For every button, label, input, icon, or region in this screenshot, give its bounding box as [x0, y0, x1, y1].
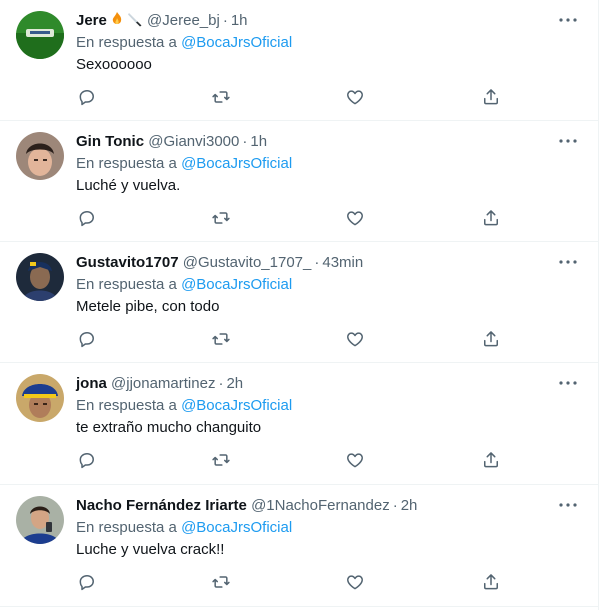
- more-icon[interactable]: [556, 131, 580, 151]
- share-icon[interactable]: [480, 449, 502, 471]
- mention-link[interactable]: @BocaJrsOficial: [181, 397, 292, 414]
- display-name[interactable]: Jere: [76, 12, 107, 29]
- flame-emoji-icon: [110, 11, 124, 33]
- timestamp[interactable]: 1h: [250, 133, 267, 150]
- tweet[interactable]: jona @jjonamartinez · 2h En respuesta a @B…: [0, 363, 598, 485]
- heart-icon[interactable]: [344, 86, 366, 108]
- tweet[interactable]: Gustavito1707 @Gustavito_1707_ · 43min En …: [0, 242, 598, 363]
- timestamp[interactable]: 43min: [322, 254, 363, 271]
- avatar[interactable]: [16, 496, 64, 544]
- reply-icon[interactable]: [76, 86, 98, 108]
- tweet-actions: [76, 86, 516, 108]
- tweet-text: Luché y vuelva.: [76, 177, 181, 194]
- mention-link[interactable]: @BocaJrsOficial: [181, 34, 292, 51]
- retweet-icon[interactable]: [210, 207, 232, 229]
- heart-icon[interactable]: [344, 207, 366, 229]
- tweet[interactable]: Gin Tonic @Gianvi3000 · 1h En respuesta a …: [0, 121, 598, 242]
- tweet-header: Gustavito1707 @Gustavito_1707_ · 43min: [76, 254, 364, 271]
- mention-link[interactable]: @BocaJrsOficial: [181, 276, 292, 293]
- heart-icon[interactable]: [344, 449, 366, 471]
- reply-context: En respuesta a @BocaJrsOficial: [76, 34, 293, 51]
- reply-icon[interactable]: [76, 328, 98, 350]
- knife-emoji-icon: [127, 11, 143, 33]
- reply-context: En respuesta a @BocaJrsOficial: [76, 519, 293, 536]
- display-name[interactable]: Gustavito1707: [76, 254, 179, 271]
- avatar[interactable]: [16, 11, 64, 59]
- handle[interactable]: @Jeree_bj: [147, 12, 220, 29]
- share-icon[interactable]: [480, 571, 502, 593]
- tweet-actions: [76, 449, 516, 471]
- reply-icon[interactable]: [76, 207, 98, 229]
- mention-link[interactable]: @BocaJrsOficial: [181, 519, 292, 536]
- mention-link[interactable]: @BocaJrsOficial: [181, 155, 292, 172]
- tweet[interactable]: Jere @Jeree_bj · 1h En respuesta a @BocaJr…: [0, 0, 598, 121]
- retweet-icon[interactable]: [210, 449, 232, 471]
- timestamp[interactable]: 1h: [231, 12, 248, 29]
- handle[interactable]: @Gustavito_1707_: [183, 254, 312, 271]
- reply-context: En respuesta a @BocaJrsOficial: [76, 397, 293, 414]
- more-icon[interactable]: [556, 495, 580, 515]
- handle[interactable]: @1NachoFernandez: [251, 497, 390, 514]
- tweet-actions: [76, 328, 516, 350]
- avatar[interactable]: [16, 374, 64, 422]
- tweet-header: Jere @Jeree_bj · 1h: [76, 11, 248, 33]
- share-icon[interactable]: [480, 207, 502, 229]
- timestamp[interactable]: 2h: [401, 497, 418, 514]
- tweet-header: Gin Tonic @Gianvi3000 · 1h: [76, 133, 268, 150]
- retweet-icon[interactable]: [210, 571, 232, 593]
- tweet-text: Metele pibe, con todo: [76, 298, 220, 315]
- tweet-actions: [76, 207, 516, 229]
- reply-icon[interactable]: [76, 449, 98, 471]
- handle[interactable]: @jjonamartinez: [111, 375, 215, 392]
- heart-icon[interactable]: [344, 328, 366, 350]
- retweet-icon[interactable]: [210, 328, 232, 350]
- tweet-text: te extraño mucho changuito: [76, 419, 262, 436]
- reply-context: En respuesta a @BocaJrsOficial: [76, 276, 293, 293]
- avatar[interactable]: [16, 253, 64, 301]
- reply-feed: Jere @Jeree_bj · 1h En respuesta a @BocaJr…: [0, 0, 599, 610]
- share-icon[interactable]: [480, 328, 502, 350]
- more-icon[interactable]: [556, 10, 580, 30]
- display-name[interactable]: jona: [76, 375, 107, 392]
- display-name[interactable]: Nacho Fernández Iriarte: [76, 497, 247, 514]
- tweet-header: Nacho Fernández Iriarte @1NachoFernandez…: [76, 497, 418, 514]
- tweet-header: jona @jjonamartinez · 2h: [76, 375, 244, 392]
- display-name[interactable]: Gin Tonic: [76, 133, 144, 150]
- more-icon[interactable]: [556, 373, 580, 393]
- tweet-actions: [76, 571, 516, 593]
- reply-icon[interactable]: [76, 571, 98, 593]
- reply-context: En respuesta a @BocaJrsOficial: [76, 155, 293, 172]
- timestamp[interactable]: 2h: [226, 375, 243, 392]
- avatar[interactable]: [16, 132, 64, 180]
- tweet[interactable]: Nacho Fernández Iriarte @1NachoFernandez…: [0, 485, 598, 607]
- heart-icon[interactable]: [344, 571, 366, 593]
- tweet-text: Sexoooooo: [76, 56, 152, 73]
- tweet-text: Luche y vuelva crack!!: [76, 541, 225, 558]
- more-icon[interactable]: [556, 252, 580, 272]
- retweet-icon[interactable]: [210, 86, 232, 108]
- share-icon[interactable]: [480, 86, 502, 108]
- handle[interactable]: @Gianvi3000: [148, 133, 239, 150]
